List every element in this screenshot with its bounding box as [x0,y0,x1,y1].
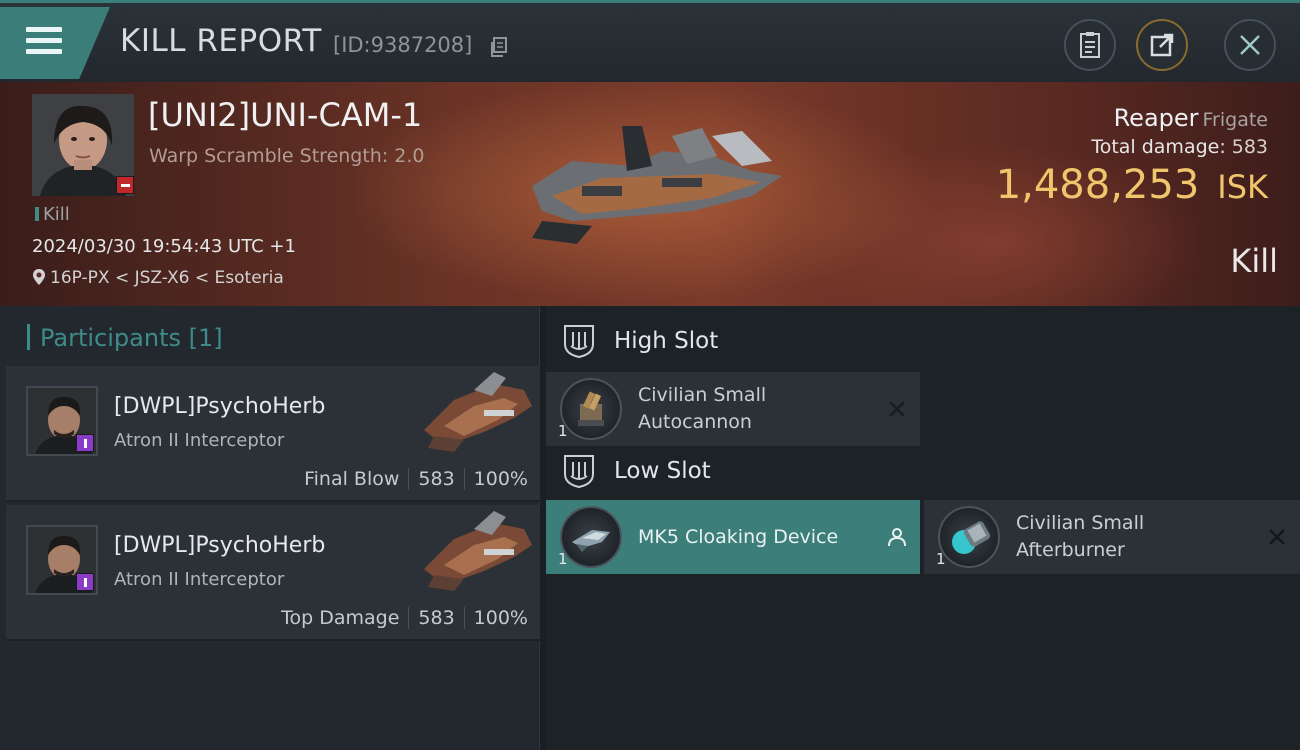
afterburner-icon [938,506,1000,568]
participant-ship-image [424,511,532,591]
close-button[interactable] [1224,19,1276,71]
copy-icon[interactable] [490,37,508,57]
low-slot-header: Low Slot [546,440,1300,502]
participant-stats: Final Blow 583 100% [304,468,528,490]
module-quantity: 1 [558,422,568,440]
module-item-dropped[interactable]: 1 MK5 Cloaking Device [546,500,920,574]
autocannon-icon [560,378,622,440]
participant-role: Top Damage [281,607,400,629]
participant-name[interactable]: [DWPL]PsychoHerb [114,394,325,419]
victim-ship-name[interactable]: Reaper [1114,104,1199,132]
participant-name[interactable]: [DWPL]PsychoHerb [114,533,325,558]
close-icon [1240,35,1260,55]
report-id: [ID:9387208] [333,33,473,57]
participants-panel: Participants [1] [DWPL]PsychoHerb Atron … [0,306,540,750]
ship-summary: Reaper Frigate Total damage: 583 1,488,253… [996,104,1268,208]
hamburger-icon [26,27,62,60]
participant-row[interactable]: [DWPL]PsychoHerb Atron II Interceptor To… [6,505,540,641]
participant-damage: 583 [418,607,455,629]
person-icon[interactable] [886,526,908,548]
menu-button[interactable] [0,7,110,79]
module-quantity: 1 [558,550,568,568]
participant-corp-badge [76,573,94,591]
destroyed-icon [889,401,905,417]
top-bar: KILL REPORT [ID:9387208] [0,0,1300,82]
module-item[interactable]: 1 Civilian Small Autocannon [546,372,920,446]
kill-tag: Kill [35,204,70,225]
warp-scramble-strength: Warp Scramble Strength: 2.0 [149,145,425,167]
low-slot-icon [564,455,594,488]
module-name: MK5 Cloaking Device [638,525,839,548]
module-name: Civilian Small Autocannon [638,384,767,433]
participant-role: Final Blow [304,468,400,490]
participant-corp-badge [76,434,94,452]
report-button[interactable] [1064,19,1116,71]
fittings-panel: High Slot 1 Civilian Small Autocannon Lo… [546,306,1300,750]
kill-datetime: 2024/03/30 19:54:43 UTC +1 [32,236,296,257]
victim-name[interactable]: [UNI2]UNI-CAM-1 [148,96,422,134]
participant-ship: Atron II Interceptor [114,430,285,451]
module-name: Civilian Small Afterburner [1016,512,1145,561]
participant-percent: 100% [473,607,528,629]
participant-percent: 100% [473,468,528,490]
share-button[interactable] [1136,19,1188,71]
participants-header: Participants [1] [27,324,223,352]
victim-ship-class: Frigate [1202,109,1268,131]
high-slot-header: High Slot [546,310,1300,372]
destroyed-icon [1269,529,1285,545]
cloaking-device-icon [560,506,622,568]
kill-location[interactable]: 16P-PX < JSZ-X6 < Esoteria [32,268,284,288]
participant-row[interactable]: [DWPL]PsychoHerb Atron II Interceptor Fi… [6,366,540,502]
participant-ship-image [424,372,532,452]
total-damage: Total damage: 583 [1091,136,1268,158]
isk-value: 1,488,253 ISK [995,162,1268,208]
victim-ship-image [532,126,782,244]
location-pin-icon [33,269,45,285]
participant-ship: Atron II Interceptor [114,569,285,590]
corp-status-badge [116,176,134,194]
participant-damage: 583 [418,468,455,490]
victim-banner: [UNI2]UNI-CAM-1 Warp Scramble Strength: … [0,82,1300,306]
high-slot-icon [564,325,594,358]
share-icon [1150,33,1174,57]
result-label: Kill [1230,242,1278,280]
module-item[interactable]: 1 Civilian Small Afterburner [924,500,1300,574]
participant-stats: Top Damage 583 100% [281,607,528,629]
page-title: KILL REPORT [120,23,322,59]
clipboard-icon [1080,32,1100,58]
module-quantity: 1 [936,550,946,568]
